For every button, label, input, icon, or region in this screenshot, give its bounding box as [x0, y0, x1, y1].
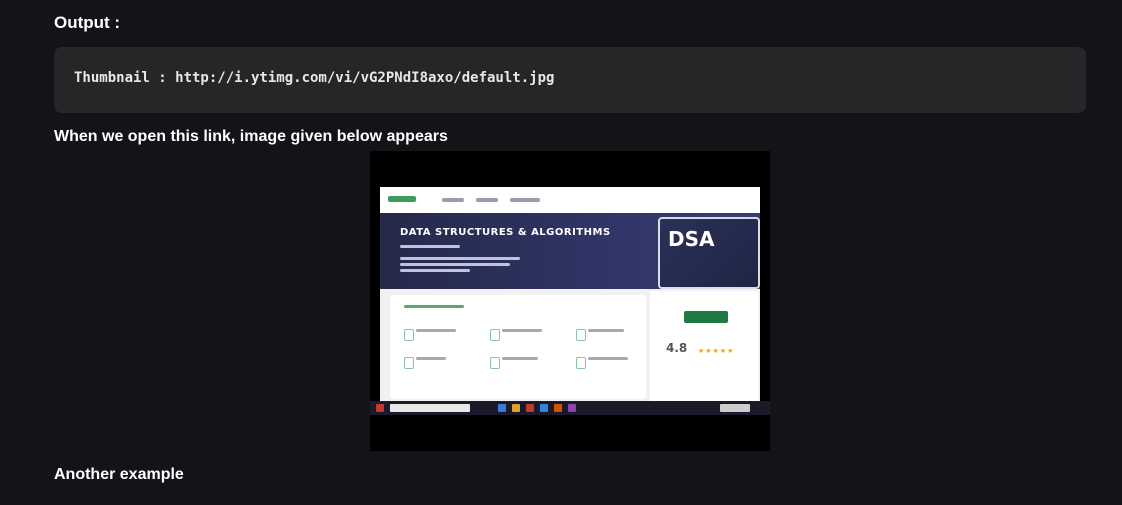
thumbnail-feature-line [502, 357, 538, 360]
another-example-heading: Another example [54, 466, 184, 483]
code-block: Thumbnail : http://i.ytimg.com/vi/vG2PNd… [54, 47, 1086, 113]
output-heading: Output : [54, 13, 121, 32]
thumbnail-enroll-button [684, 311, 728, 323]
thumbnail-feature-icon [404, 329, 414, 341]
thumbnail-taskbar-icon [498, 404, 506, 412]
thumbnail-feature-icon [404, 357, 414, 369]
thumbnail-feature-icon [490, 357, 500, 369]
thumbnail-nav-item [476, 198, 498, 202]
thumbnail-taskbar-icon [554, 404, 562, 412]
thumbnail-feature-line [416, 329, 456, 332]
youtube-thumbnail-image: DATA STRUCTURES & ALGORITHMS DSA 4.8 ★★★… [370, 151, 770, 451]
thumbnail-nav-item [442, 198, 464, 202]
thumbnail-taskbar-clock [720, 404, 750, 412]
thumbnail-nav-item [510, 198, 540, 202]
thumbnail-hero-line [400, 245, 460, 248]
thumbnail-taskbar [370, 401, 770, 415]
thumbnail-hero-title: DATA STRUCTURES & ALGORITHMS [400, 227, 611, 238]
thumbnail-taskbar-icon [512, 404, 520, 412]
thumbnail-hero-line [400, 257, 520, 260]
thumbnail-taskbar-icon [526, 404, 534, 412]
thumbnail-stars: ★★★★★ [698, 348, 735, 355]
thumbnail-navbar [380, 187, 760, 214]
thumbnail-logo [388, 196, 416, 202]
thumbnail-rating: 4.8 [666, 341, 688, 355]
thumbnail-feature-line [588, 329, 624, 332]
thumbnail-taskbar-search [390, 404, 470, 412]
thumbnail-feature-line [416, 357, 446, 360]
thumbnail-taskbar-icon [376, 404, 384, 412]
thumbnail-feature-icon [576, 357, 586, 369]
thumbnail-browser-screenshot: DATA STRUCTURES & ALGORITHMS DSA 4.8 ★★★… [380, 187, 760, 413]
thumbnail-hero-line [400, 263, 510, 266]
thumbnail-card-title [404, 305, 464, 308]
thumbnail-sidebar-panel: 4.8 ★★★★★ [650, 291, 758, 401]
description-paragraph: When we open this link, image given belo… [54, 128, 448, 145]
thumbnail-taskbar-icon [540, 404, 548, 412]
thumbnail-dsa-text: DSA [668, 227, 715, 251]
thumbnail-dsa-badge: DSA [658, 217, 760, 289]
thumbnail-feature-icon [490, 329, 500, 341]
thumbnail-feature-line [502, 329, 542, 332]
thumbnail-features-card [390, 295, 646, 399]
thumbnail-hero-line [400, 269, 470, 272]
thumbnail-feature-line [588, 357, 628, 360]
thumbnail-taskbar-icon [568, 404, 576, 412]
code-text: Thumbnail : http://i.ytimg.com/vi/vG2PNd… [74, 70, 555, 86]
thumbnail-feature-icon [576, 329, 586, 341]
